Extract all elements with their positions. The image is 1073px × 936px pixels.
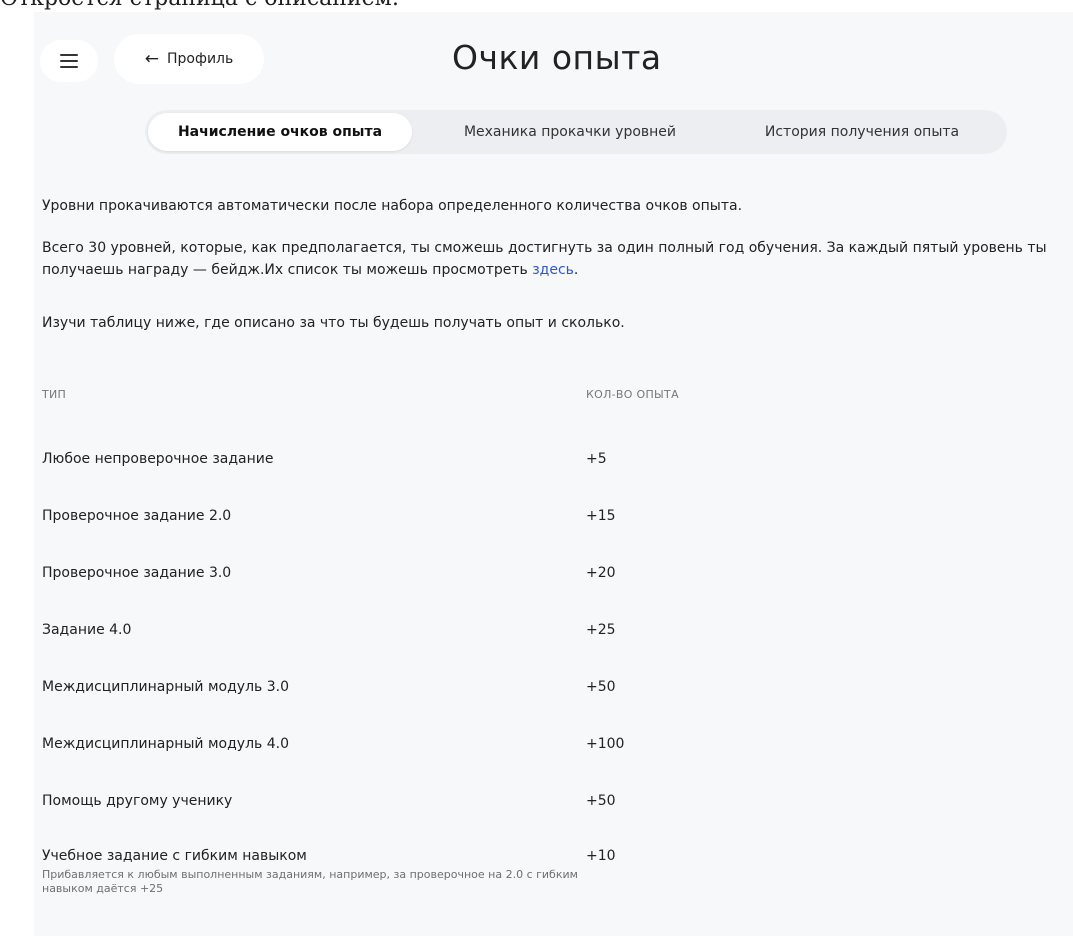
row-type: Задание 4.0 bbox=[42, 622, 132, 638]
row-amount: +20 bbox=[586, 565, 616, 581]
intro-paragraph-1: Уровни прокачиваются автоматически после… bbox=[42, 198, 743, 214]
row-type: Проверочное задание 2.0 bbox=[42, 508, 232, 524]
table-row: Задание 4.0 +25 bbox=[0, 622, 1073, 652]
tab-bar: Начисление очков опыта Механика прокачки… bbox=[145, 110, 1007, 154]
table-row: Междисциплинарный модуль 3.0 +50 bbox=[0, 679, 1073, 709]
tab-xp-accrual[interactable]: Начисление очков опыта bbox=[148, 113, 412, 151]
row-amount: +5 bbox=[586, 451, 607, 467]
row-type: Междисциплинарный модуль 3.0 bbox=[42, 679, 289, 695]
tab-level-mechanics[interactable]: Механика прокачки уровней bbox=[445, 113, 695, 151]
row-type: Междисциплинарный модуль 4.0 bbox=[42, 736, 289, 752]
intro-paragraph-2: Всего 30 уровней, которые, как предполаг… bbox=[42, 237, 1070, 281]
row-type: Проверочное задание 3.0 bbox=[42, 565, 232, 581]
back-button-label: Профиль bbox=[167, 51, 234, 67]
menu-button[interactable] bbox=[40, 40, 98, 82]
table-row: Междисциплинарный модуль 4.0 +100 bbox=[0, 736, 1073, 766]
row-type: Учебное задание с гибким навыком bbox=[42, 848, 307, 864]
tab-xp-history[interactable]: История получения опыта bbox=[737, 113, 987, 151]
table-row: Помощь другому ученику +50 bbox=[0, 793, 1073, 823]
row-type: Любое непроверочное задание bbox=[42, 451, 274, 467]
arrow-left-icon: ← bbox=[144, 48, 159, 69]
row-amount: +50 bbox=[586, 679, 616, 695]
intro-paragraph-2-end: . bbox=[573, 262, 579, 278]
hamburger-icon bbox=[60, 54, 78, 68]
column-header-type: ТИП bbox=[42, 388, 67, 401]
row-amount: +10 bbox=[586, 848, 616, 864]
badges-link[interactable]: здесь bbox=[532, 262, 574, 278]
intro-paragraph-3: Изучи таблицу ниже, где описано за что т… bbox=[42, 315, 625, 331]
row-amount: +100 bbox=[586, 736, 625, 752]
row-amount: +50 bbox=[586, 793, 616, 809]
table-row: Любое непроверочное задание +5 bbox=[0, 451, 1073, 481]
row-note: Прибавляется к любым выполненным задания… bbox=[42, 868, 578, 895]
table-row: Проверочное задание 2.0 +15 bbox=[0, 508, 1073, 538]
table-row: Проверочное задание 3.0 +20 bbox=[0, 565, 1073, 595]
back-to-profile-button[interactable]: ← Профиль bbox=[114, 34, 264, 84]
document-caption: Откроется страница с описанием: bbox=[0, 0, 399, 11]
row-amount: +25 bbox=[586, 622, 616, 638]
row-type: Помощь другому ученику bbox=[42, 793, 233, 809]
column-header-amount: КОЛ-ВО ОПЫТА bbox=[586, 388, 679, 401]
page-title: Очки опыта bbox=[452, 38, 662, 77]
row-amount: +15 bbox=[586, 508, 616, 524]
